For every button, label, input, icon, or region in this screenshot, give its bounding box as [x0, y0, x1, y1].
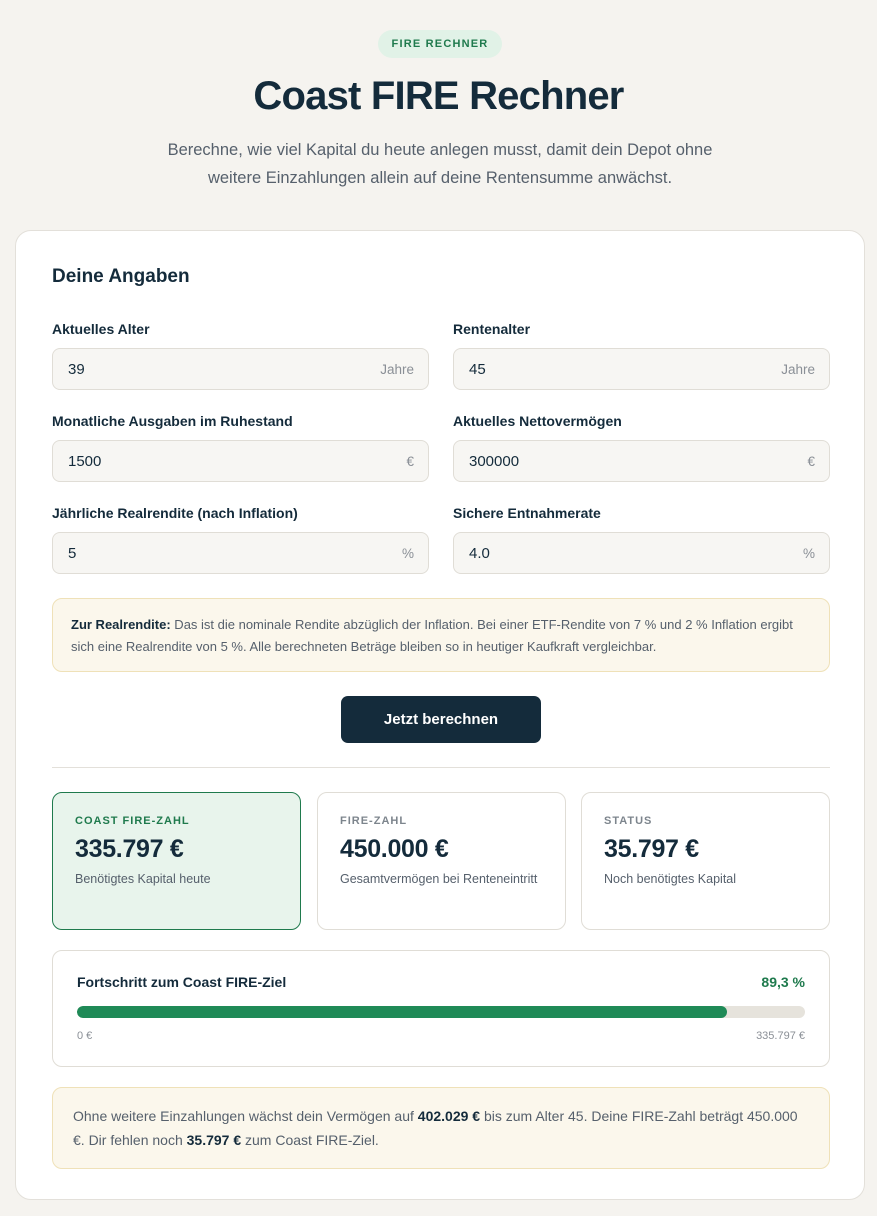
stat-value: 335.797 €	[75, 835, 184, 863]
net-worth-unit: €	[807, 453, 815, 469]
retirement-age-unit: Jahre	[781, 361, 815, 377]
summary-text: Ohne weitere Einzahlungen wächst dein Ve…	[73, 1108, 418, 1124]
summary-missing-value: 35.797 €	[186, 1132, 242, 1148]
section-title: Deine Angaben	[52, 266, 190, 287]
retirement-age-label: Rentenalter	[453, 321, 531, 337]
note-heading: Zur Realrendite:	[71, 617, 171, 632]
real-return-value: 5	[68, 544, 77, 562]
stat-value: 450.000 €	[340, 835, 449, 863]
stat-caption: Noch benötigtes Kapital	[604, 872, 737, 886]
withdrawal-rate-value: 4.0	[469, 544, 490, 562]
monthly-expenses-value: 1500	[68, 452, 102, 470]
result-summary: Ohne weitere Einzahlungen wächst dein Ve…	[52, 1087, 830, 1169]
net-worth-label: Aktuelles Nettovermögen	[453, 413, 622, 429]
progress-percent: 89,3 %	[761, 974, 805, 990]
progress-track	[77, 1006, 805, 1018]
net-worth-input[interactable]: 300000 €	[453, 440, 830, 482]
real-return-label: Jährliche Realrendite (nach Inflation)	[52, 505, 298, 521]
current-age-input[interactable]: 39 Jahre	[52, 348, 429, 390]
real-return-input[interactable]: 5 %	[52, 532, 429, 574]
section-badge: FIRE RECHNER	[378, 30, 502, 58]
monthly-expenses-label: Monatliche Ausgaben im Ruhestand	[52, 413, 293, 429]
monthly-expenses-unit: €	[406, 453, 414, 469]
progress-title: Fortschritt zum Coast FIRE-Ziel	[77, 974, 287, 990]
stat-label: STATUS	[604, 815, 653, 827]
progress-fill	[77, 1006, 728, 1018]
stat-value: 35.797 €	[604, 835, 699, 863]
current-age-value: 39	[68, 360, 85, 378]
withdrawal-rate-unit: %	[802, 545, 815, 561]
stat-label: COAST FIRE-ZAHL	[75, 815, 190, 827]
stat-label: FIRE-ZAHL	[340, 815, 408, 827]
withdrawal-rate-input[interactable]: 4.0 %	[453, 532, 830, 574]
calculator-card: Deine Angaben Aktuelles Alter 39 Jahre R…	[15, 230, 865, 1200]
summary-final-value: 402.029 €	[417, 1108, 481, 1124]
retirement-age-input[interactable]: 45 Jahre	[453, 348, 830, 390]
calculate-button[interactable]: Jetzt berechnen	[341, 696, 541, 743]
progress-max-label: 335.797 €	[756, 1030, 805, 1042]
stat-caption: Gesamtvermögen bei Renteneintritt	[340, 872, 538, 886]
fire-number-stat-card: FIRE-ZAHL 450.000 € Gesamtvermögen bei R…	[317, 792, 566, 930]
page-subtitle: Berechne, wie viel Kapital du heute anle…	[167, 141, 713, 187]
status-stat-card: STATUS 35.797 € Noch benötigtes Kapital	[581, 792, 830, 930]
monthly-expenses-input[interactable]: 1500 €	[52, 440, 429, 482]
progress-panel: Fortschritt zum Coast FIRE-Ziel 89,3 % 0…	[52, 950, 830, 1067]
progress-min-label: 0 €	[77, 1030, 93, 1042]
real-return-unit: %	[401, 545, 414, 561]
page-title: Coast FIRE Rechner	[253, 74, 624, 118]
real-return-note: Zur Realrendite: Das ist die nominale Re…	[52, 598, 830, 672]
withdrawal-rate-label: Sichere Entnahmerate	[453, 505, 601, 521]
current-age-label: Aktuelles Alter	[52, 321, 150, 337]
coast-fire-stat-card: COAST FIRE-ZAHL 335.797 € Benötigtes Kap…	[52, 792, 301, 930]
net-worth-value: 300000	[469, 452, 520, 470]
summary-text: zum Coast FIRE-Ziel.	[241, 1132, 379, 1148]
note-text: Das ist die nominale Rendite abzüglich d…	[71, 617, 793, 654]
stat-caption: Benötigtes Kapital heute	[75, 872, 211, 886]
current-age-unit: Jahre	[380, 361, 414, 377]
divider	[52, 767, 830, 768]
retirement-age-value: 45	[469, 360, 486, 378]
